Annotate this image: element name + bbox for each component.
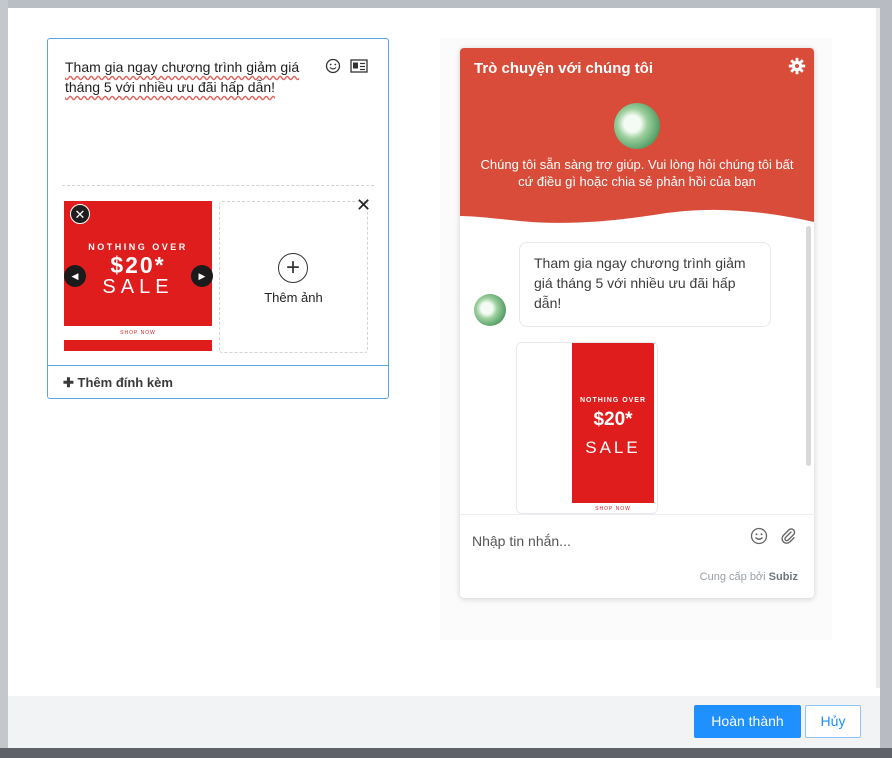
chat-scrollbar[interactable] — [806, 226, 811, 466]
chat-emoji-icon[interactable] — [750, 527, 768, 550]
add-image-button[interactable]: + Thêm ảnh — [219, 201, 368, 353]
gear-icon[interactable] — [788, 57, 806, 80]
plus-icon: ✚ — [63, 375, 74, 390]
attached-image-thumbnail[interactable]: NOTHING OVER $20* SALE SHOP NOW — [64, 201, 212, 351]
powered-by-brand[interactable]: Subiz — [769, 571, 798, 583]
powered-by-prefix: Cung cấp bởi — [699, 571, 766, 583]
message-avatar — [474, 294, 506, 326]
powered-by: Cung cấp bởi Subiz — [700, 571, 798, 583]
page-scrollbar[interactable] — [876, 8, 880, 688]
attachment-clip-icon[interactable] — [780, 527, 796, 550]
message-image-card[interactable]: NOTHING OVER $20* SALE SHOP NOW — [516, 342, 658, 514]
thumb-text-line4: SHOP NOW — [120, 330, 156, 336]
chat-widget-preview: Trò chuyện với chúng tôi Chúng tôi sẵn s… — [460, 48, 814, 598]
done-button[interactable]: Hoàn thành — [694, 705, 801, 738]
prev-image-icon[interactable]: ◀ — [64, 265, 86, 287]
window-frame-top — [0, 0, 892, 8]
emoji-icon[interactable] — [324, 57, 342, 75]
window-frame-bottom — [0, 748, 892, 758]
chat-message-input[interactable]: Nhập tin nhắn... — [472, 533, 571, 549]
poster-text-line3: SALE — [585, 438, 641, 457]
add-attachment-label: Thêm đính kèm — [77, 375, 173, 390]
chat-input-area: Nhập tin nhắn... Cung cấp bởi Subiz — [460, 514, 814, 598]
remove-image-icon[interactable]: ✕ — [70, 204, 90, 224]
poster-text-line4: SHOP NOW — [572, 503, 654, 513]
poster-text-line2: $20* — [593, 409, 633, 430]
chat-subtitle: Chúng tôi sẵn sàng trợ giúp. Vui lòng hỏ… — [480, 157, 794, 189]
thumb-text-line2: $20* — [110, 252, 166, 278]
message-text-area[interactable]: Tham gia ngay chương trình giảm giá thán… — [65, 57, 313, 97]
sale-poster-image: NOTHING OVER $20* SALE — [572, 343, 654, 503]
add-attachment-button[interactable]: ✚ Thêm đính kèm — [48, 365, 388, 399]
contact-card-icon[interactable] — [350, 57, 368, 75]
dialog-footer: Hoàn thành Hủy — [8, 696, 880, 748]
window-frame-left — [0, 0, 8, 758]
plus-circle-icon: + — [278, 253, 308, 283]
cancel-button[interactable]: Hủy — [805, 705, 861, 738]
add-image-label: Thêm ảnh — [264, 290, 323, 305]
thumb-text-line3: SALE — [102, 276, 174, 298]
editor-toolbar — [324, 57, 368, 75]
message-editor[interactable]: Tham gia ngay chương trình giảm giá thán… — [47, 38, 389, 399]
message-bubble: Tham gia ngay chương trình giảm giá thán… — [519, 242, 771, 327]
window-frame-right — [880, 0, 892, 758]
editor-divider — [62, 185, 374, 186]
agent-avatar — [614, 103, 660, 149]
thumb-text-line1: NOTHING OVER — [88, 242, 188, 252]
poster-text-line1: NOTHING OVER — [579, 397, 647, 404]
next-image-icon[interactable]: ▶ — [191, 265, 213, 287]
close-icon[interactable]: ✕ — [356, 195, 371, 216]
thumb-shop-bar: SHOP NOW — [64, 326, 212, 340]
chat-title: Trò chuyện với chúng tôi — [474, 60, 654, 77]
